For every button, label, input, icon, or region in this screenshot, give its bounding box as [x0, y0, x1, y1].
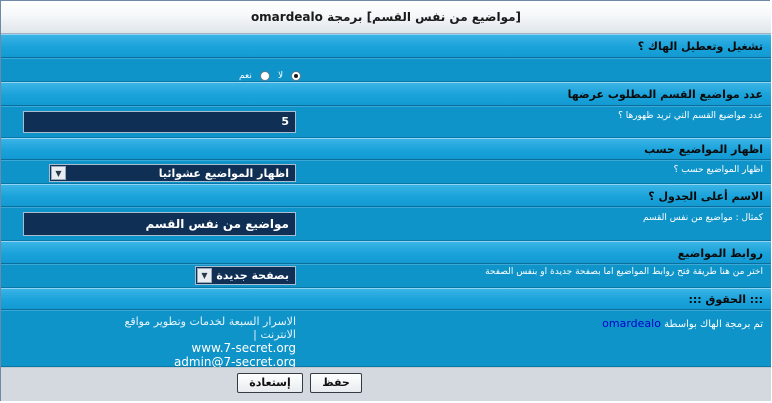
no-label: لا: [278, 70, 284, 81]
links-question: اختر من هنا طريقة فتح روابط المواضيع اما…: [485, 267, 763, 277]
display-select[interactable]: اظهار المواضيع عشوائيا ▼: [49, 164, 296, 182]
section-header-count: عدد مواضيع القسم المطلوب عرضها: [1, 82, 771, 106]
company-info: الاسرار السبعة لخدمات وتطوير مواقع الانت…: [96, 315, 297, 369]
panel-title: [مواضيع من نفس القسم] برمجة omardealo: [1, 1, 771, 34]
table-name-row: كمثال : مواضيع من نفس القسم مواضيع من نف…: [1, 207, 771, 241]
table-name-question: كمثال : مواضيع من نفس القسم: [643, 213, 763, 223]
no-radio[interactable]: [259, 70, 270, 81]
section-header-links: روابط المواضيع: [1, 241, 771, 264]
chevron-down-icon: ▼: [51, 166, 66, 180]
links-row: اختر من هنا طريقة فتح روابط المواضيع اما…: [1, 264, 771, 288]
count-row: عدد مواضيع القسم التي تريد ظهورها ؟ 5: [1, 106, 771, 138]
credit-line: تم برمجة الهاك بواسطة omardealo: [602, 317, 763, 330]
section-header-table-name: الاسم أعلى الجدول ؟: [1, 184, 771, 207]
credit-link[interactable]: omardealo: [602, 317, 661, 330]
display-select-value: اظهار المواضيع عشوائيا: [158, 167, 289, 180]
links-select[interactable]: بصفحة جديدة ▼: [195, 266, 296, 285]
settings-panel: [مواضيع من نفس القسم] برمجة omardealo تش…: [0, 0, 771, 401]
links-select-value: بصفحة جديدة: [216, 269, 289, 282]
count-input[interactable]: 5: [23, 111, 296, 133]
credit-text: تم برمجة الهاك بواسطة: [664, 319, 763, 330]
company-line: الاسرار السبعة لخدمات وتطوير مواقع الانت…: [124, 315, 297, 341]
restore-button[interactable]: إستعادة: [237, 373, 303, 393]
display-question: اظهار المواضيع حسب ؟: [673, 165, 763, 175]
chevron-down-icon: ▼: [197, 268, 212, 283]
yes-label: نعم: [239, 70, 252, 81]
section-header-rights: ::: الحقوق :::: [1, 288, 771, 310]
yes-radio[interactable]: [291, 70, 302, 81]
table-name-input[interactable]: مواضيع من نفس القسم: [23, 212, 296, 236]
button-bar: حفظ إستعادة: [1, 367, 771, 401]
website-text: www.7-secret.org: [191, 341, 296, 355]
display-row: اظهار المواضيع حسب ؟ اظهار المواضيع عشوا…: [1, 160, 771, 184]
section-header-display: اظهار المواضيع حسب: [1, 138, 771, 160]
toggle-row: لا نعم: [1, 58, 771, 82]
section-header-toggle: تشغيل وتعطيل الهاك ؟: [1, 34, 771, 58]
count-question: عدد مواضيع القسم التي تريد ظهورها ؟: [618, 111, 763, 121]
rights-row: تم برمجة الهاك بواسطة omardealo الاسرار …: [1, 310, 771, 369]
save-button[interactable]: حفظ: [310, 373, 362, 393]
